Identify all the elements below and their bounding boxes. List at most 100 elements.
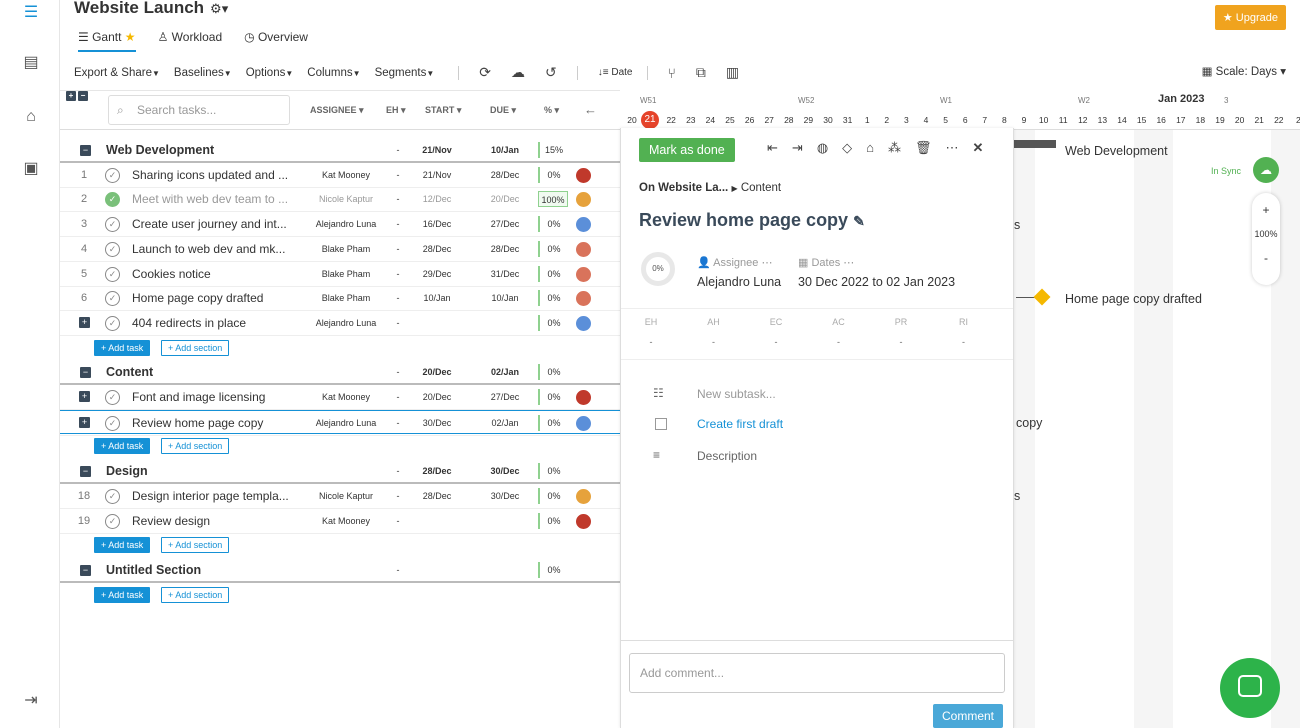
avatar[interactable] [576, 416, 591, 431]
section-due[interactable]: 10/Jan [482, 145, 528, 155]
task-row[interactable]: 2 ✓ Meet with web dev team to ... Nicole… [60, 187, 620, 212]
add-task-button[interactable]: + Add task [94, 537, 150, 553]
avatar[interactable] [576, 192, 591, 207]
task-start[interactable]: 29/Dec [414, 269, 460, 279]
complete-checkbox[interactable]: ✓ [105, 416, 120, 431]
description-field[interactable]: Description [697, 449, 757, 463]
task-due[interactable]: 28/Dec [482, 244, 528, 254]
cloud-icon[interactable]: ☁ [511, 64, 525, 81]
metric-value[interactable]: - [631, 337, 671, 347]
task-name[interactable]: Create user journey and int... [132, 217, 302, 231]
task-start[interactable]: 16/Dec [414, 219, 460, 229]
assignee-value[interactable]: Alejandro Luna [697, 275, 781, 289]
task-assignee[interactable]: Nicole Kaptur [300, 491, 392, 501]
add-section-button[interactable]: + Add section [161, 438, 229, 454]
section-row[interactable]: − Design - 28/Dec 30/Dec 0% [60, 459, 620, 484]
task-assignee[interactable]: Alejandro Luna [300, 318, 392, 328]
complete-checkbox[interactable]: ✓ [105, 489, 120, 504]
avatar[interactable] [576, 217, 591, 232]
zoom-out-button[interactable]: - [1252, 251, 1280, 265]
task-start[interactable]: 28/Dec [414, 244, 460, 254]
app-logo-icon[interactable]: ☰ [20, 2, 42, 24]
columns-menu[interactable]: Columns▼ [307, 67, 360, 79]
indent-icon[interactable]: ⇥ [792, 140, 803, 156]
complete-checkbox[interactable]: ✓ [105, 168, 120, 183]
task-start[interactable]: 21/Nov [414, 170, 460, 180]
task-percent[interactable]: 100% [538, 191, 568, 207]
baselines-menu[interactable]: Baselines▼ [174, 67, 232, 79]
avatar[interactable] [576, 242, 591, 257]
section-name[interactable]: Design [106, 464, 276, 478]
task-percent[interactable]: 0% [538, 389, 568, 405]
add-task-button[interactable]: + Add task [94, 587, 150, 603]
comment-input[interactable]: Add comment... [629, 653, 1005, 693]
breadcrumb-project[interactable]: On Website La... [639, 182, 728, 194]
complete-checkbox[interactable]: ✓ [105, 390, 120, 405]
metric-value[interactable]: - [819, 337, 859, 347]
tag-icon[interactable]: ⌂ [866, 140, 874, 156]
metric-value[interactable]: - [881, 337, 921, 347]
section-name[interactable]: Web Development [106, 143, 276, 157]
task-percent[interactable]: 0% [538, 415, 568, 431]
dates-value[interactable]: 30 Dec 2022 to 02 Jan 2023 [798, 275, 955, 289]
more-icon[interactable]: ⋯ [946, 140, 959, 156]
outdent-icon[interactable]: ⇤ [767, 140, 778, 156]
settings-gear-icon[interactable]: ⚙▾ [210, 1, 228, 16]
avatar[interactable] [576, 489, 591, 504]
subtask-checkbox[interactable] [655, 418, 667, 430]
mark-as-done-button[interactable]: Mark as done [639, 138, 735, 162]
reports-icon[interactable]: ▤ [20, 52, 42, 74]
search-input[interactable]: ⌕Search tasks... [108, 95, 290, 125]
task-assignee[interactable]: Nicole Kaptur [300, 194, 392, 204]
task-percent[interactable]: 0% [538, 513, 568, 529]
section-row[interactable]: − Untitled Section - 0% [60, 558, 620, 583]
task-start[interactable]: 10/Jan [414, 293, 460, 303]
task-percent[interactable]: 0% [538, 488, 568, 504]
complete-checkbox[interactable]: ✓ [105, 242, 120, 257]
avatar[interactable] [576, 390, 591, 405]
chat-widget-icon[interactable] [1220, 658, 1280, 718]
task-name[interactable]: Review home page copy [132, 416, 302, 430]
palette-icon[interactable]: ◍ [817, 140, 828, 156]
metric-value[interactable]: - [694, 337, 734, 347]
col-start[interactable]: START ▾ [425, 91, 461, 129]
copy-icon[interactable]: ⧉ [696, 64, 706, 81]
section-due[interactable]: 30/Dec [482, 466, 528, 476]
trash-icon[interactable]: 🗑 [915, 140, 932, 156]
avatar[interactable] [576, 267, 591, 282]
gantt-section-bar[interactable] [1014, 140, 1056, 148]
task-assignee[interactable]: Blake Pham [300, 269, 392, 279]
section-start[interactable]: 21/Nov [414, 145, 460, 155]
add-section-button[interactable]: + Add section [161, 537, 229, 553]
avatar[interactable] [576, 168, 591, 183]
task-assignee[interactable]: Blake Pham [300, 293, 392, 303]
undo-icon[interactable]: ↺ [545, 64, 557, 81]
task-name[interactable]: Sharing icons updated and ... [132, 168, 302, 182]
col-eh[interactable]: EH ▾ [386, 91, 406, 129]
collapse-arrow-icon[interactable]: ← [584, 91, 597, 129]
task-due[interactable]: 31/Dec [482, 269, 528, 279]
task-row[interactable]: 6 ✓ Home page copy drafted Blake Pham - … [60, 286, 620, 311]
new-subtask-input[interactable]: New subtask... [697, 387, 776, 401]
task-name[interactable]: Review design [132, 514, 302, 528]
expand-task-icon[interactable]: + [79, 417, 90, 428]
add-task-button[interactable]: + Add task [94, 438, 150, 454]
task-row[interactable]: 18 ✓ Design interior page templa... Nico… [60, 484, 620, 509]
sync-cloud-icon[interactable]: ☁ [1253, 157, 1279, 183]
task-name[interactable]: Design interior page templa... [132, 489, 302, 503]
task-due[interactable]: 10/Jan [482, 293, 528, 303]
section-due[interactable]: 02/Jan [482, 367, 528, 377]
task-name[interactable]: Meet with web dev team to ... [132, 192, 302, 206]
task-row[interactable]: 19 ✓ Review design Kat Mooney - 0% [60, 509, 620, 534]
section-start[interactable]: 20/Dec [414, 367, 460, 377]
options-menu[interactable]: Options▼ [246, 67, 294, 79]
comment-button[interactable]: Comment [933, 704, 1003, 728]
task-assignee[interactable]: Blake Pham [300, 244, 392, 254]
avatar[interactable] [576, 514, 591, 529]
task-percent[interactable]: 0% [538, 315, 568, 331]
complete-checkbox[interactable]: ✓ [105, 514, 120, 529]
zoom-in-button[interactable]: + [1252, 203, 1280, 217]
task-assignee[interactable]: Kat Mooney [300, 170, 392, 180]
task-due[interactable]: 27/Dec [482, 392, 528, 402]
add-task-button[interactable]: + Add task [94, 340, 150, 356]
